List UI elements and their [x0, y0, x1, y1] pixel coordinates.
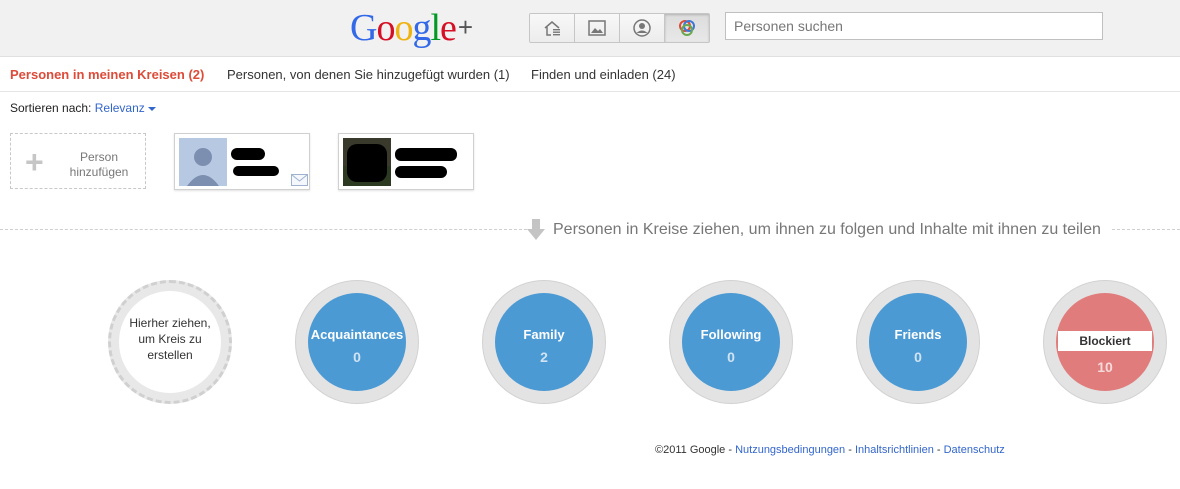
tab-bar: Personen in meinen Kreisen (2) Personen,… [0, 57, 1180, 92]
circle-count: 0 [727, 349, 735, 365]
profile-icon [633, 19, 651, 37]
drag-hint-text: Personen in Kreise ziehen, um ihnen zu f… [553, 221, 1101, 238]
circle-inner: Family 2 [495, 293, 593, 391]
person-card[interactable] [338, 133, 474, 190]
terms-link[interactable]: Nutzungsbedingungen [735, 444, 845, 456]
redacted-image [347, 144, 387, 182]
redacted-info [395, 166, 447, 178]
circle-acquaintances[interactable]: Acquaintances 0 [295, 280, 419, 404]
new-circle-text: Hierher ziehen, um Kreis zu erstellen [129, 316, 211, 362]
circle-name: Family [523, 327, 565, 342]
circle-name: Blockiert [1058, 331, 1152, 351]
avatar [179, 138, 227, 186]
circle-count: 0 [353, 349, 361, 365]
logo-letter: G [350, 7, 377, 49]
nav-buttons [529, 13, 710, 43]
logo-letter: l [430, 7, 441, 49]
drag-hint: Personen in Kreise ziehen, um ihnen zu f… [527, 219, 1111, 241]
logo-text: Google [350, 7, 457, 49]
add-person-label: Person hinzufügen [67, 150, 131, 180]
logo-plus: + [457, 12, 473, 42]
logo-letter: o [394, 7, 413, 49]
add-person-button[interactable]: + Person hinzufügen [10, 133, 146, 189]
sort-dropdown[interactable]: Relevanz [95, 101, 156, 115]
circle-family[interactable]: Family 2 [482, 280, 606, 404]
footer-separator: - [933, 444, 944, 456]
circle-count: 0 [914, 349, 922, 365]
footer-separator: - [725, 444, 736, 456]
chevron-down-icon [147, 106, 156, 111]
circle-name: Friends [894, 327, 942, 342]
sort-label: Sortieren nach: [10, 101, 92, 115]
logo-letter: e [440, 7, 457, 49]
circle-count: 2 [540, 349, 548, 365]
new-circle-dropzone[interactable]: Hierher ziehen, um Kreis zu erstellen [108, 280, 232, 404]
circle-count: 10 [1097, 359, 1113, 375]
circle-inner: Following 0 [682, 293, 780, 391]
add-person-label-line1: Person [79, 150, 119, 164]
circle-inner: Friends 0 [869, 293, 967, 391]
mail-icon[interactable] [291, 174, 308, 186]
footer: ©2011 Google - Nutzungsbedingungen - Inh… [655, 444, 1005, 456]
nav-home-button[interactable] [530, 14, 575, 42]
sort-row: Sortieren nach: Relevanz [10, 101, 156, 115]
logo-letter: o [376, 7, 395, 49]
circle-blocked[interactable]: Blockiert 10 [1043, 280, 1167, 404]
privacy-link[interactable]: Datenschutz [944, 444, 1005, 456]
redacted-info [233, 166, 279, 176]
circle-friends[interactable]: Friends 0 [856, 280, 980, 404]
redacted-name [395, 148, 457, 161]
nav-profile-button[interactable] [620, 14, 665, 42]
add-person-label-line2: hinzufügen [69, 165, 129, 179]
plus-icon: + [25, 144, 44, 180]
circle-name: Following [700, 327, 762, 342]
person-card[interactable] [174, 133, 310, 190]
redacted-name [231, 148, 265, 160]
arrow-down-icon [527, 219, 545, 240]
home-icon [544, 21, 560, 36]
content-policy-link[interactable]: Inhaltsrichtlinien [855, 444, 934, 456]
logo-letter: g [412, 7, 431, 49]
circle-name: Acquaintances [310, 327, 404, 342]
circle-inner: Blockiert 10 [1056, 293, 1154, 391]
circle-following[interactable]: Following 0 [669, 280, 793, 404]
circle-inner: Hierher ziehen, um Kreis zu erstellen [119, 291, 221, 393]
search-input[interactable] [725, 12, 1103, 40]
divider-left [0, 229, 527, 230]
google-plus-logo[interactable]: Google+ [350, 6, 473, 50]
circles-icon [679, 20, 695, 36]
footer-separator: - [845, 444, 855, 456]
nav-photos-button[interactable] [575, 14, 620, 42]
divider-right [1112, 229, 1180, 230]
copyright: ©2011 Google [655, 444, 726, 456]
photos-icon [588, 20, 606, 36]
nav-circles-button[interactable] [665, 14, 709, 42]
tab-added-me[interactable]: Personen, von denen Sie hinzugefügt wurd… [227, 67, 510, 82]
tab-in-my-circles[interactable]: Personen in meinen Kreisen (2) [10, 67, 204, 82]
circle-inner: Acquaintances 0 [308, 293, 406, 391]
tab-find-and-invite[interactable]: Finden und einladen (24) [531, 67, 676, 82]
top-bar: Google+ [0, 0, 1180, 57]
sort-value: Relevanz [94, 101, 145, 115]
